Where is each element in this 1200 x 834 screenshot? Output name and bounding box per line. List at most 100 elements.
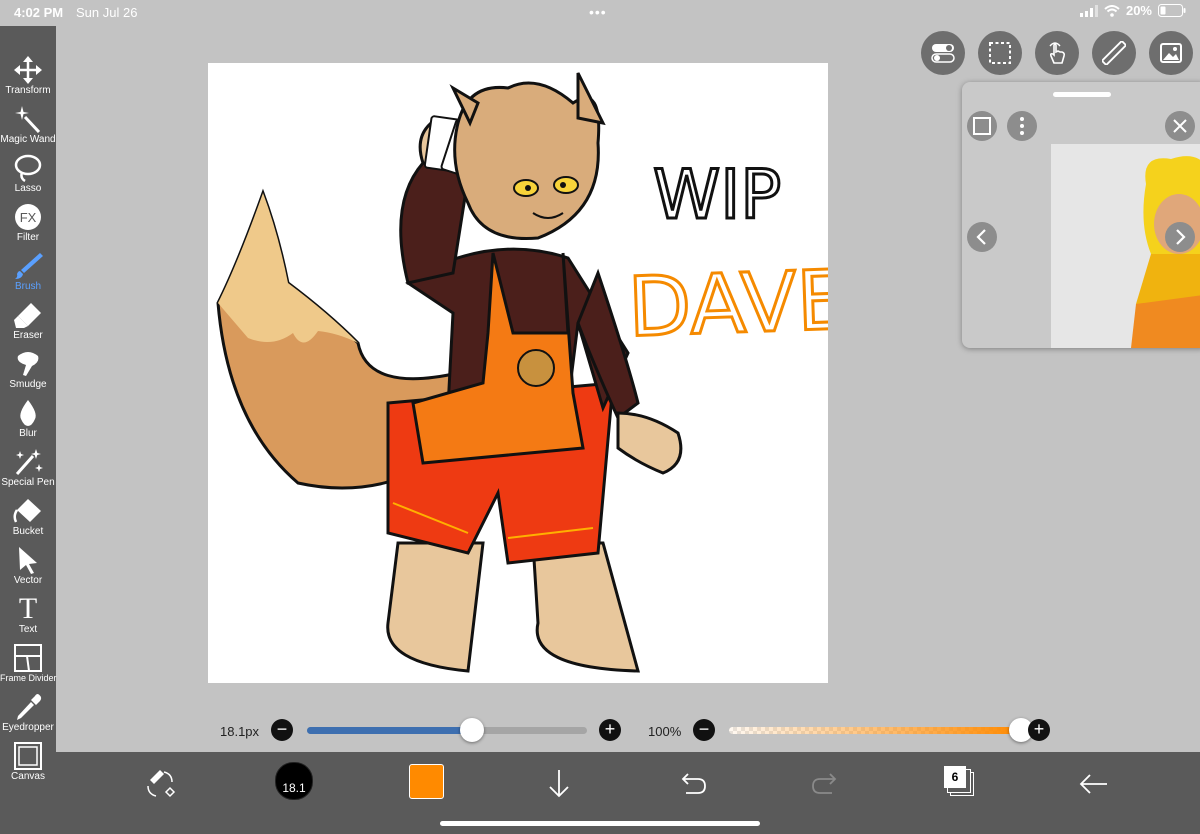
cellular-signal-icon xyxy=(1079,4,1098,17)
tool-label: Text xyxy=(18,624,38,635)
battery-percent: 20% xyxy=(1125,3,1152,18)
smudge-icon xyxy=(17,352,39,376)
tool-special-pen[interactable]: Special Pen xyxy=(0,446,56,494)
tool-label: Brush xyxy=(14,281,42,292)
reference-prev-button[interactable] xyxy=(967,222,997,252)
opacity-value: 100% xyxy=(648,724,682,739)
tool-vector[interactable]: Vector xyxy=(0,544,56,592)
ruler-button[interactable] xyxy=(1092,31,1136,75)
brush-size-track[interactable] xyxy=(307,727,587,734)
status-time: 4:02 PM xyxy=(14,5,64,20)
redo-button[interactable] xyxy=(808,766,844,802)
tool-label: Frame Divider xyxy=(0,673,57,683)
quick-access-toggle-button[interactable] xyxy=(921,31,965,75)
tool-label: Vector xyxy=(13,575,43,586)
status-bar: 4:02 PM Sun Jul 26 ••• 20% xyxy=(0,0,1200,26)
tool-label: Filter xyxy=(16,232,40,243)
tool-label: Blur xyxy=(19,428,37,439)
brush-eraser-swap-icon xyxy=(147,770,176,798)
tool-text[interactable]: T Text xyxy=(0,593,56,641)
tool-transform[interactable]: Transform xyxy=(0,54,56,102)
opacity-track[interactable] xyxy=(729,727,1021,734)
tool-label: Canvas xyxy=(11,771,45,782)
brush-size-badge: 18.1 xyxy=(282,781,306,795)
tool-frame-divider[interactable]: Frame Divider xyxy=(0,642,57,690)
tool-label: Transform xyxy=(5,85,51,96)
more-vertical-icon xyxy=(1020,117,1024,135)
tool-lasso[interactable]: Lasso xyxy=(0,152,56,200)
frame-divider-icon xyxy=(14,644,42,672)
reference-window-drag-handle[interactable] xyxy=(1053,92,1111,97)
fx-icon: FX xyxy=(15,204,41,230)
artwork-emblem xyxy=(517,349,555,387)
reference-window[interactable] xyxy=(962,82,1200,348)
opacity-increase-button[interactable]: + xyxy=(1028,719,1050,741)
tool-label: Magic Wand xyxy=(0,134,56,145)
status-right: 20% xyxy=(1079,3,1186,18)
vector-arrow-icon xyxy=(19,547,37,574)
eraser-icon xyxy=(14,303,41,328)
swap-brush-eraser-button[interactable] xyxy=(142,766,178,802)
dashed-selection-icon xyxy=(989,42,1011,64)
battery-icon xyxy=(1158,4,1186,17)
tool-label: Smudge xyxy=(9,379,47,390)
brush-sliders-row: 18.1px − + 100% − + xyxy=(0,714,1200,748)
transform-icon xyxy=(14,56,42,84)
blur-drop-icon xyxy=(20,400,36,426)
layers-button[interactable]: 6 xyxy=(944,766,976,798)
tool-filter[interactable]: FX Filter xyxy=(0,201,56,249)
reference-next-button[interactable] xyxy=(1165,222,1195,252)
svg-text:FX: FX xyxy=(20,210,37,225)
tool-label: Eraser xyxy=(13,330,43,341)
tool-label: Bucket xyxy=(12,526,44,537)
brush-size-increase-button[interactable]: + xyxy=(599,719,621,741)
reference-close-button[interactable] xyxy=(1165,111,1195,141)
opacity-decrease-button[interactable]: − xyxy=(693,719,715,741)
brush-icon xyxy=(15,253,43,279)
arrow-left-icon xyxy=(1079,774,1107,794)
layer-transfer-down-button[interactable] xyxy=(541,766,577,802)
brush-size-value: 18.1px xyxy=(220,724,260,739)
reference-fit-button[interactable] xyxy=(967,111,997,141)
undo-button[interactable] xyxy=(674,766,710,802)
multitasking-dots-icon[interactable]: ••• xyxy=(589,4,607,20)
text-icon: T xyxy=(18,592,38,625)
brush-size-indicator-button[interactable]: 18.1 xyxy=(275,762,313,800)
tool-magic-wand[interactable]: Magic Wand xyxy=(0,103,56,151)
reference-image-button[interactable] xyxy=(1149,31,1193,75)
brush-size-slider-knob[interactable] xyxy=(460,718,485,742)
close-icon xyxy=(1173,119,1187,133)
back-button[interactable] xyxy=(1076,766,1112,802)
home-indicator[interactable] xyxy=(440,821,760,826)
artwork-character-illustration: WIP DAVE xyxy=(216,72,852,673)
current-color-swatch[interactable] xyxy=(409,764,444,799)
chevron-right-icon xyxy=(1176,229,1186,245)
touch-gesture-button[interactable] xyxy=(1035,31,1079,75)
artwork-title-wip: WIP xyxy=(653,156,781,235)
artwork-title-dave: DAVE xyxy=(626,253,828,356)
left-toolbar: Transform Magic Wand Lasso FX Filter Bru… xyxy=(0,26,57,834)
drawing-canvas[interactable]: WIP DAVE xyxy=(208,63,852,683)
lasso-icon xyxy=(14,154,42,182)
arrow-down-icon xyxy=(549,770,569,798)
tool-eraser[interactable]: Eraser xyxy=(0,299,56,347)
tool-blur[interactable]: Blur xyxy=(0,397,56,445)
square-frame-icon xyxy=(973,117,991,135)
magic-wand-icon xyxy=(15,106,41,133)
reference-more-button[interactable] xyxy=(1007,111,1037,141)
brush-size-decrease-button[interactable]: − xyxy=(271,719,293,741)
redo-icon xyxy=(812,773,837,794)
wifi-icon xyxy=(1104,4,1120,17)
special-pen-icon xyxy=(15,449,43,475)
bucket-icon xyxy=(13,499,41,523)
hand-pointer-icon xyxy=(1049,42,1066,64)
tool-bucket[interactable]: Bucket xyxy=(0,495,56,543)
tool-label: Lasso xyxy=(14,183,42,194)
tool-brush[interactable]: Brush xyxy=(0,250,56,298)
ruler-icon xyxy=(1102,41,1126,65)
tool-smudge[interactable]: Smudge xyxy=(0,348,56,396)
undo-icon xyxy=(681,773,706,794)
status-date: Sun Jul 26 xyxy=(76,5,138,20)
selection-button[interactable] xyxy=(978,31,1022,75)
chevron-left-icon xyxy=(976,229,986,245)
